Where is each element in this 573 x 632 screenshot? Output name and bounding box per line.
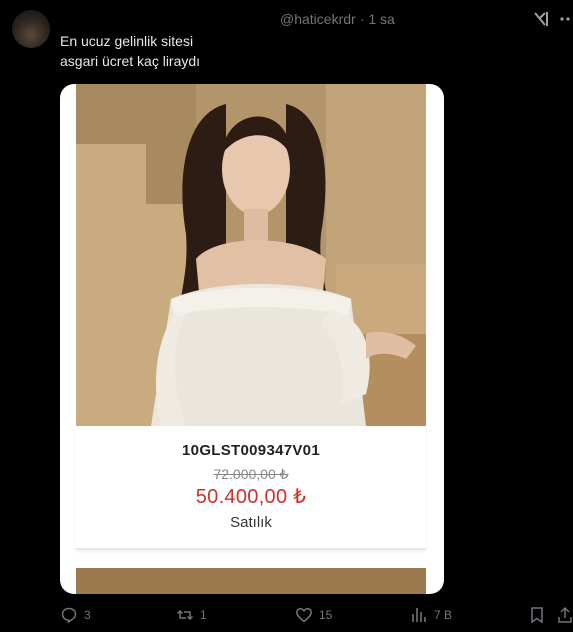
tweet-header: @haticekrdr · 1 sa: [280, 11, 395, 27]
bookmark-icon: [531, 607, 543, 624]
tweet-actions: 3 1 15 7 B: [0, 606, 573, 630]
tweet-media[interactable]: 10GLST009347V01 72.000,00 ₺ 50.400,00 ₺ …: [60, 84, 444, 594]
user-handle[interactable]: @haticekrdr: [280, 11, 356, 27]
tweet-text: En ucuz gelinlik sitesi asgari ücret kaç…: [60, 31, 460, 71]
like-icon: [296, 607, 312, 623]
reply-icon: [61, 607, 77, 624]
views-icon: [412, 608, 426, 622]
reply-button[interactable]: 3: [60, 606, 91, 624]
views-count: 7 B: [434, 608, 453, 622]
product-card: 10GLST009347V01 72.000,00 ₺ 50.400,00 ₺ …: [76, 426, 426, 550]
share-icon: [558, 606, 572, 623]
share-button[interactable]: [556, 606, 573, 624]
repost-icon: [176, 609, 194, 621]
avatar[interactable]: [12, 10, 50, 48]
timestamp[interactable]: 1 sa: [368, 11, 394, 27]
sale-price: 50.400,00 ₺: [195, 486, 307, 508]
next-product-photo[interactable]: [76, 568, 426, 594]
repost-count: 1: [200, 608, 207, 622]
bookmark-button[interactable]: [528, 606, 546, 624]
product-status: Satılık: [230, 514, 272, 531]
repost-button[interactable]: 1: [176, 606, 207, 624]
old-price: 72.000,00 ₺: [213, 466, 289, 482]
views-button[interactable]: 7 B: [410, 606, 452, 624]
separator: ·: [359, 11, 365, 27]
wedding-dress-photo: [76, 84, 426, 426]
grok-icon[interactable]: [532, 10, 550, 28]
tweet-text-line: En ucuz gelinlik sitesi: [60, 33, 194, 49]
more-icon[interactable]: [559, 10, 573, 28]
like-count: 15: [319, 608, 333, 622]
tweet-text-line: asgari ücret kaç liraydı: [60, 53, 201, 69]
product-sku: 10GLST009347V01: [182, 442, 320, 459]
redacted-display-name: [56, 0, 276, 32]
like-button[interactable]: 15: [295, 606, 332, 624]
reply-count: 3: [84, 608, 91, 622]
product-photo[interactable]: [76, 84, 426, 426]
